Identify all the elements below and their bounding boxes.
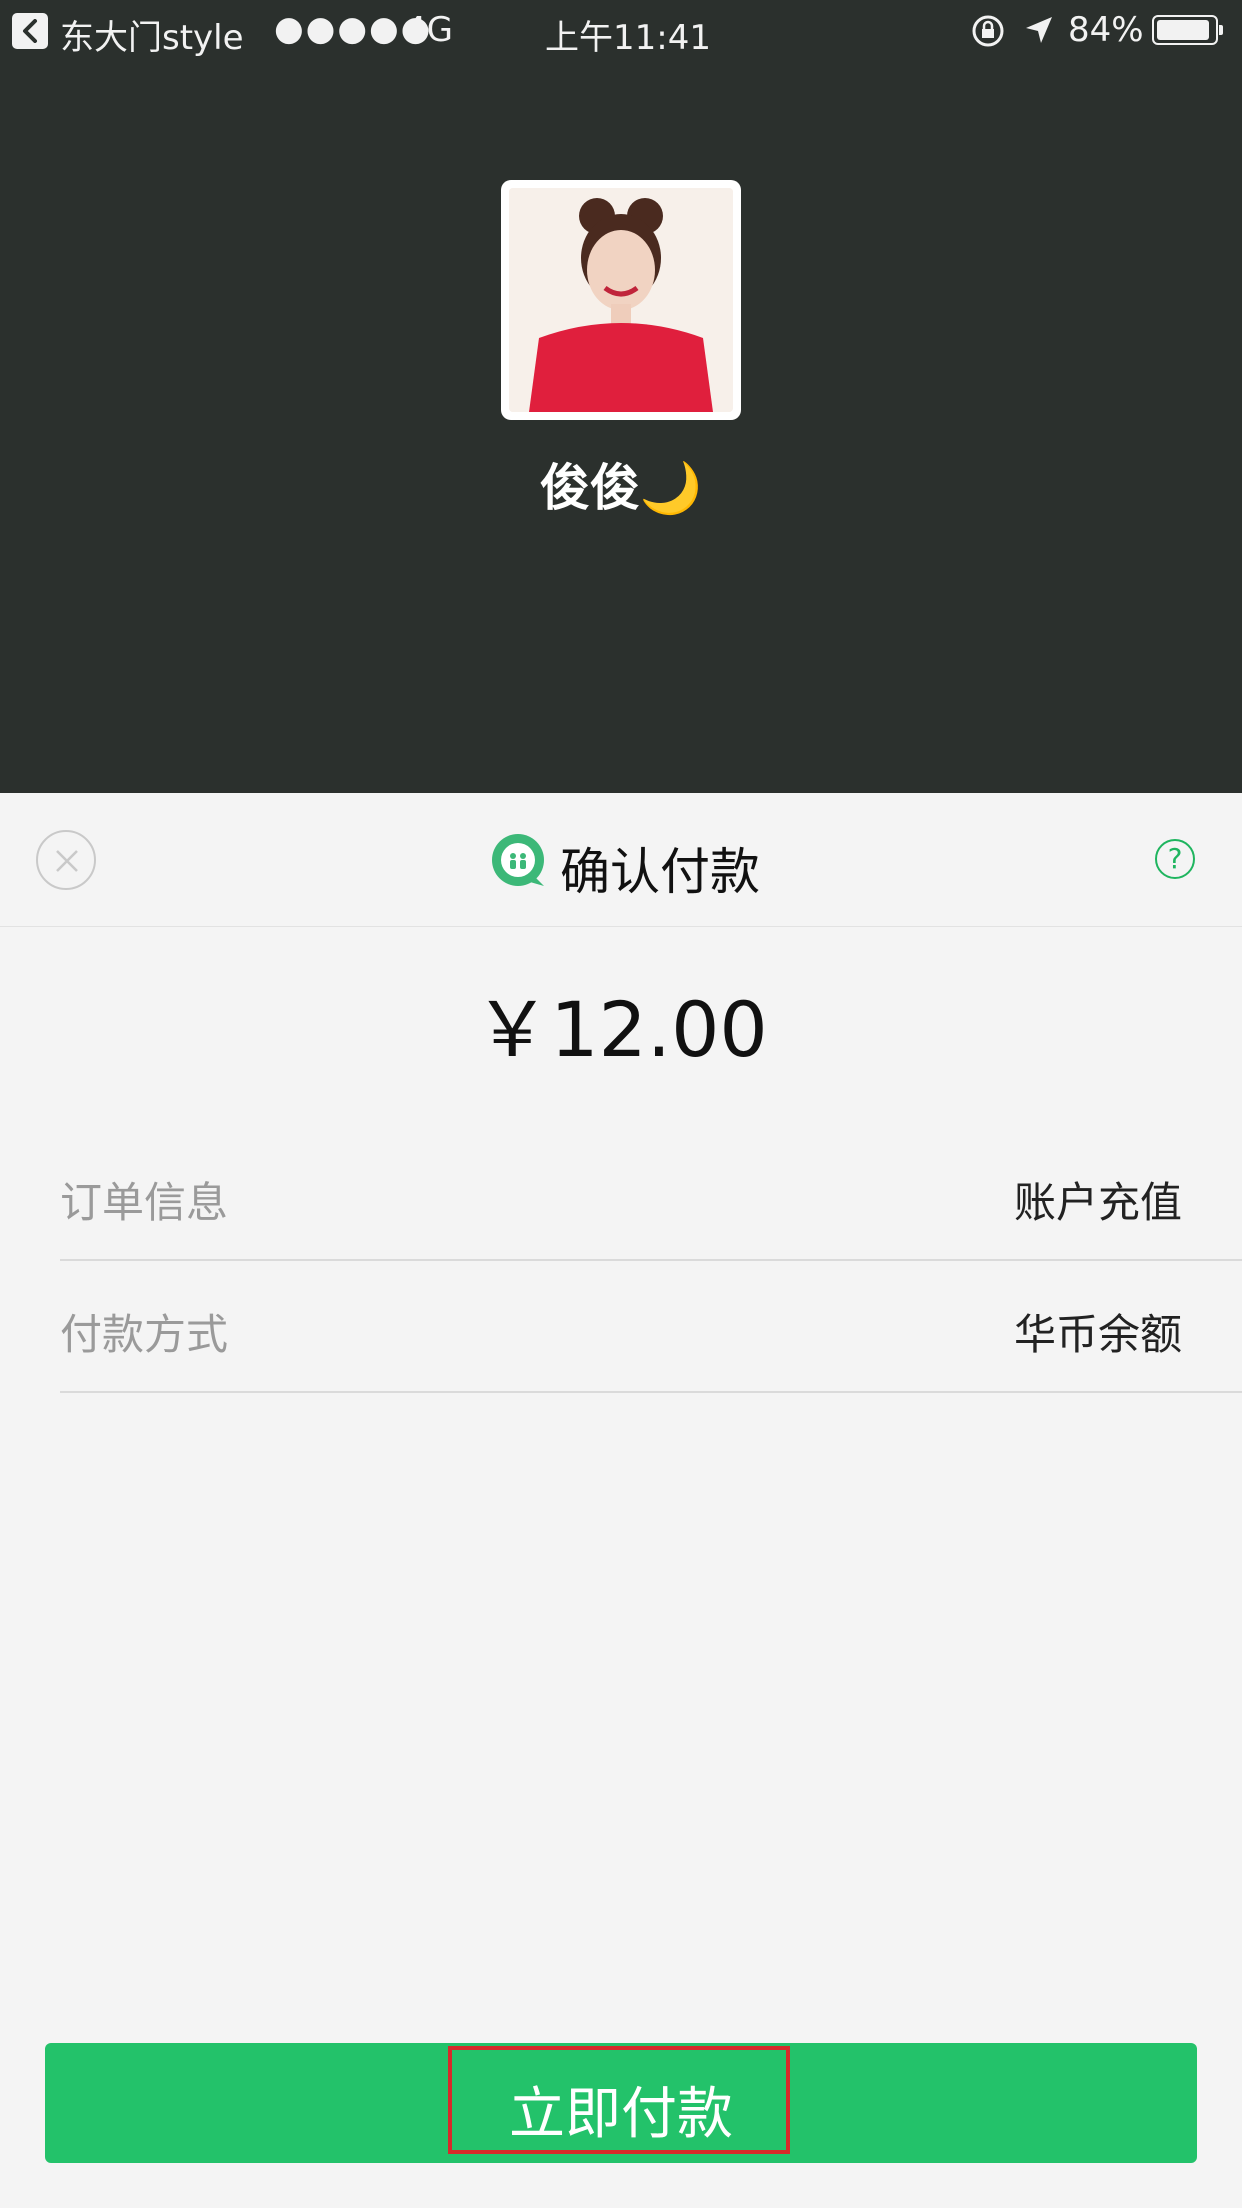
payment-method-row[interactable]: 付款方式 华币余额	[60, 1261, 1242, 1393]
battery-percent: 84%	[1068, 10, 1144, 50]
sheet-header: 确认付款 ?	[0, 793, 1242, 927]
payment-sheet: 确认付款 ? ￥12.00 订单信息 账户充值 付款方式 华币余额 立即付款	[0, 793, 1242, 2208]
payee-name: 俊俊🌙	[539, 459, 703, 517]
payment-method-value: 华币余额	[1013, 1310, 1182, 1359]
payment-amount: ￥12.00	[474, 985, 768, 1074]
payment-method-label: 付款方式	[60, 1310, 229, 1359]
app-logo-icon	[492, 834, 544, 886]
sheet-title: 确认付款	[560, 843, 760, 901]
profile-header: 东大门style ●●●●● 4G 上午11:41 84% 俊俊🌙	[0, 0, 1242, 793]
status-bar: 东大门style ●●●●● 4G 上午11:41 84%	[0, 0, 1242, 62]
avatar	[501, 180, 741, 420]
battery-icon	[1152, 15, 1223, 45]
close-button[interactable]	[36, 830, 96, 890]
help-button[interactable]: ?	[1155, 839, 1195, 879]
network-type: 4G	[405, 10, 453, 50]
close-icon	[56, 850, 78, 872]
back-to-app-icon[interactable]	[12, 13, 48, 49]
pay-now-button[interactable]: 立即付款	[45, 2043, 1197, 2163]
pay-now-label: 立即付款	[509, 2082, 733, 2147]
location-arrow-icon	[1022, 13, 1056, 56]
rotation-lock-icon	[970, 13, 1006, 58]
carrier-name: 东大门style	[60, 18, 244, 58]
order-info-value: 账户充值	[1013, 1178, 1182, 1227]
order-info-label: 订单信息	[60, 1178, 229, 1227]
avatar-photo	[509, 188, 733, 412]
order-info-row: 订单信息 账户充值	[60, 1129, 1242, 1261]
status-time: 上午11:41	[545, 18, 711, 58]
